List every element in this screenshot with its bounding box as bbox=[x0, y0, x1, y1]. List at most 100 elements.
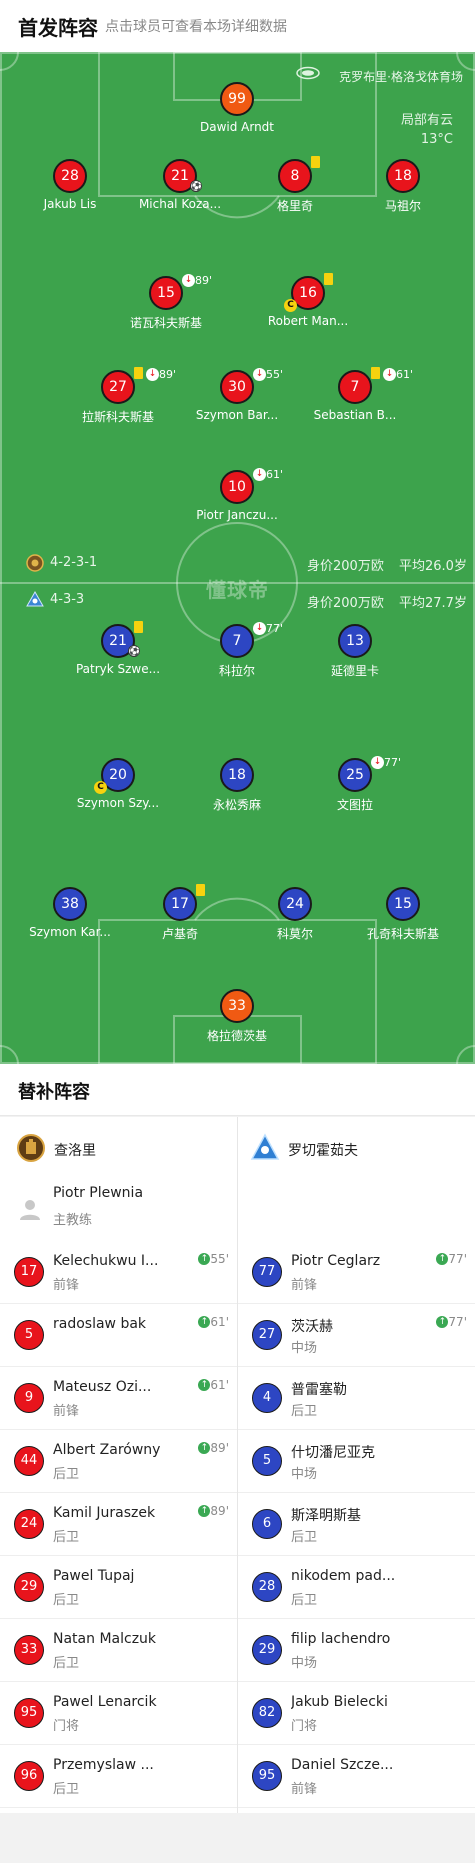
home-player[interactable]: 7 Sebastian B... ↓ 61' bbox=[295, 367, 415, 430]
home-formation: 4-2-3-1 bbox=[50, 555, 98, 570]
bench-number-badge: 29 bbox=[14, 1572, 44, 1602]
bench-player-position: 后卫 bbox=[291, 1593, 318, 1608]
away-player[interactable]: 24 科莫尔 bbox=[235, 887, 355, 947]
bench-row[interactable]: 6 斯泽明斯基 后卫 bbox=[238, 1493, 475, 1556]
substitution-in: ↑ 61' bbox=[198, 1315, 229, 1329]
player-number-badge: 33 bbox=[220, 989, 254, 1023]
home-player[interactable]: 28 Jakub Lis bbox=[10, 159, 130, 219]
away-team-logo-icon bbox=[26, 591, 44, 607]
bench-row[interactable]: 29 Pawel Tupaj 后卫 bbox=[0, 1556, 237, 1619]
weather-text: 局部有云 bbox=[400, 113, 453, 128]
bench-row[interactable]: 5 radoslaw bak ↑ 61' bbox=[0, 1304, 237, 1367]
yellow-card-icon bbox=[311, 156, 320, 168]
bench-row[interactable]: 5 什切潘尼亚克 中场 bbox=[238, 1430, 475, 1493]
bench-number-badge: 33 bbox=[14, 1635, 44, 1665]
bench-home-team-name: 查洛里 bbox=[54, 1143, 96, 1159]
bench-row[interactable]: 95 Pawel Lenarcik 门将 bbox=[0, 1682, 237, 1745]
away-player[interactable]: 20 Szymon Szy... C bbox=[58, 758, 178, 818]
bench-player-position: 后卫 bbox=[291, 1404, 318, 1419]
sub-out-minute: 61' bbox=[396, 368, 414, 381]
away-player[interactable]: 7 科拉尔 ↓ 77' bbox=[177, 622, 297, 684]
player-number-badge: 15 bbox=[386, 887, 420, 921]
stadium-icon bbox=[296, 66, 320, 80]
bench-number-badge: 9 bbox=[14, 1383, 44, 1413]
stadium-name: 克罗布里·格洛戈体育场 bbox=[339, 70, 463, 84]
goal-ball-icon: ⚽ bbox=[128, 645, 141, 657]
bench-number-badge: 77 bbox=[252, 1257, 282, 1287]
bench-row[interactable]: 96 Przemyslaw ... 后卫 bbox=[0, 1745, 237, 1808]
player-number-badge: 17 bbox=[163, 887, 197, 921]
bench-row[interactable]: 44 Albert Zarówny 后卫 ↑ 89' bbox=[0, 1430, 237, 1493]
bench-row[interactable]: 27 茨沃赫 中场 ↑ 77' bbox=[238, 1304, 475, 1367]
bench-row[interactable]: 24 Kamil Juraszek 后卫 ↑ 89' bbox=[0, 1493, 237, 1556]
player-number-badge: 27 bbox=[101, 370, 135, 404]
away-player[interactable]: 13 延德里卡 bbox=[295, 624, 415, 684]
player-name: 马祖尔 bbox=[384, 199, 421, 213]
away-player[interactable]: 15 孔奇科夫斯基 bbox=[343, 887, 463, 947]
away-player[interactable]: 33 格拉德茨基 bbox=[177, 989, 297, 1049]
away-player[interactable]: 18 永松秀麻 bbox=[177, 758, 297, 818]
bench-row[interactable]: 9 Mateusz Ozi... 前锋 ↑ 61' bbox=[0, 1367, 237, 1430]
player-name: 科拉尔 bbox=[218, 664, 255, 678]
bench-player-position: 前锋 bbox=[53, 1404, 80, 1419]
player-number-badge: 15 bbox=[149, 276, 183, 310]
home-player[interactable]: 16 Robert Man... C bbox=[248, 273, 368, 336]
sub-out-minute: 77' bbox=[266, 622, 284, 635]
bench-player-name: Mateusz Ozi... bbox=[53, 1379, 152, 1395]
bench-header: 替补阵容 bbox=[0, 1064, 475, 1116]
bench-player-position: 前锋 bbox=[291, 1278, 318, 1293]
bench-row[interactable]: 4 普雷塞勒 后卫 bbox=[238, 1367, 475, 1430]
player-name: 诺瓦科夫斯基 bbox=[129, 316, 202, 330]
home-player[interactable]: 27 拉斯科夫斯基 ↓ 89' bbox=[58, 367, 178, 430]
player-number-badge: 7 bbox=[338, 370, 372, 404]
home-team-logo-icon bbox=[26, 554, 44, 572]
sub-in-minute: 55' bbox=[210, 1252, 229, 1266]
sub-in-icon: ↑ bbox=[198, 1379, 211, 1391]
bench-player-position: 后卫 bbox=[53, 1593, 80, 1608]
player-number-badge: 13 bbox=[338, 624, 372, 658]
sub-out-minute: 89' bbox=[159, 368, 177, 381]
home-player[interactable]: 30 Szymon Bar... ↓ 55' bbox=[177, 368, 297, 430]
bench-number-badge: 24 bbox=[14, 1509, 44, 1539]
bench-row[interactable]: 95 Daniel Szcze... 前锋 bbox=[238, 1745, 475, 1808]
bench-row[interactable]: 29 filip lachendro 中场 bbox=[238, 1619, 475, 1682]
away-market-value: 身价200万欧 bbox=[307, 596, 384, 611]
bench-number-badge: 17 bbox=[14, 1257, 44, 1287]
home-player[interactable]: 18 马祖尔 bbox=[343, 159, 463, 219]
bench-row[interactable]: 77 Piotr Ceglarz 前锋 ↑ 77' bbox=[238, 1241, 475, 1304]
bench-row[interactable]: 33 Natan Malczuk 后卫 bbox=[0, 1619, 237, 1682]
bench-player-name: radoslaw bak bbox=[53, 1316, 147, 1332]
bench-row[interactable]: 82 Jakub Bielecki 门将 bbox=[238, 1682, 475, 1745]
bench-player-position: 后卫 bbox=[53, 1782, 80, 1797]
coach-role: 主教练 bbox=[53, 1213, 93, 1228]
pitch: 克罗布里·格洛戈体育场 局部有云 13°C 懂球帝 4-2-3-1 身价200万… bbox=[0, 52, 475, 1064]
away-team-summary: 4-3-3 身价200万欧 平均27.7岁 bbox=[0, 589, 475, 613]
bench-number-badge: 28 bbox=[252, 1572, 282, 1602]
bench-player-name: Piotr Ceglarz bbox=[291, 1253, 381, 1269]
bench-player-name: Przemyslaw ... bbox=[53, 1757, 154, 1773]
coach-name: Piotr Plewnia bbox=[53, 1185, 144, 1201]
home-player[interactable]: 8 格里奇 bbox=[235, 156, 355, 219]
away-player[interactable]: 21 Patryk Szwe... ⚽ bbox=[58, 621, 178, 684]
bench-row[interactable]: 17 Kelechukwu I... 前锋 ↑ 55' bbox=[0, 1241, 237, 1304]
bench-away-team-name: 罗切霍茹夫 bbox=[288, 1143, 358, 1159]
bench-player-name: 什切潘尼亚克 bbox=[291, 1445, 375, 1461]
player-number-badge: 38 bbox=[53, 887, 87, 921]
away-player[interactable]: 25 文图拉 ↓ 77' bbox=[295, 756, 415, 818]
away-player[interactable]: 17 卢基奇 bbox=[120, 884, 240, 947]
away-team-crest-icon bbox=[250, 1133, 280, 1160]
home-player[interactable]: 10 Piotr Janczu... ↓ 61' bbox=[177, 468, 297, 530]
home-player[interactable]: 99 Dawid Arndt bbox=[177, 82, 297, 142]
away-player[interactable]: 38 Szymon Kar... bbox=[10, 887, 130, 947]
bench-title: 替补阵容 bbox=[18, 1082, 90, 1103]
bench-row[interactable]: 28 nikodem pad... 后卫 bbox=[238, 1556, 475, 1619]
captain-icon: C bbox=[284, 299, 297, 312]
bench-player-position: 前锋 bbox=[53, 1278, 80, 1293]
sub-in-icon: ↑ bbox=[198, 1505, 211, 1517]
yellow-card-icon bbox=[134, 621, 143, 633]
home-coach[interactable]: Piotr Plewnia 主教练 bbox=[18, 1185, 238, 1235]
home-player[interactable]: 15 诺瓦科夫斯基 ↓ 89' bbox=[106, 274, 226, 336]
home-player[interactable]: 21 Michal Koza... ⚽ bbox=[120, 159, 240, 219]
player-name: 延德里卡 bbox=[330, 664, 379, 678]
sub-in-minute: 89' bbox=[210, 1441, 229, 1455]
